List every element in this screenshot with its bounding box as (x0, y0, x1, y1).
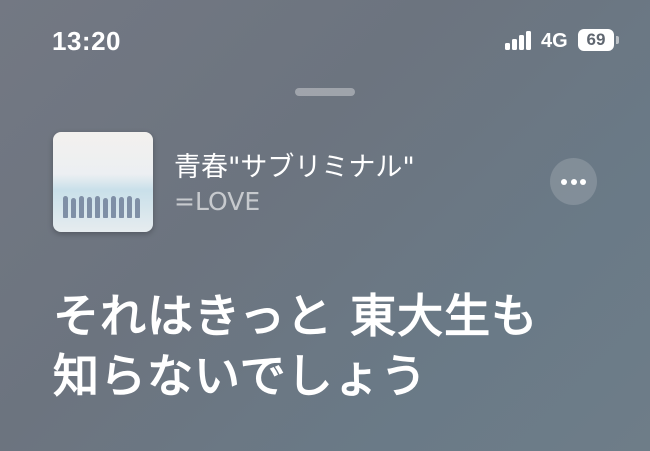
more-options-button[interactable] (550, 158, 597, 205)
lyric-line-current-2[interactable]: 知らないでしょう (53, 346, 643, 406)
song-title[interactable]: 青春"サブリミナル" (174, 145, 415, 184)
artist-name[interactable]: =LOVE (174, 187, 260, 216)
battery-icon: 69 (578, 29, 622, 51)
album-art[interactable] (53, 132, 153, 232)
lyrics-view[interactable]: それはきっと 東大生も 知らないでしょう (53, 286, 643, 406)
sheet-grabber[interactable] (295, 88, 355, 96)
status-bar: 13:20 4G 69 (0, 0, 650, 80)
network-type: 4G (541, 30, 568, 52)
signal-icon (505, 30, 533, 50)
battery-cap (616, 36, 619, 44)
lyric-line-current-1[interactable]: それはきっと 東大生も (53, 286, 643, 346)
status-time: 13:20 (52, 26, 121, 56)
album-art-figures (63, 192, 145, 218)
battery-level: 69 (578, 29, 614, 51)
